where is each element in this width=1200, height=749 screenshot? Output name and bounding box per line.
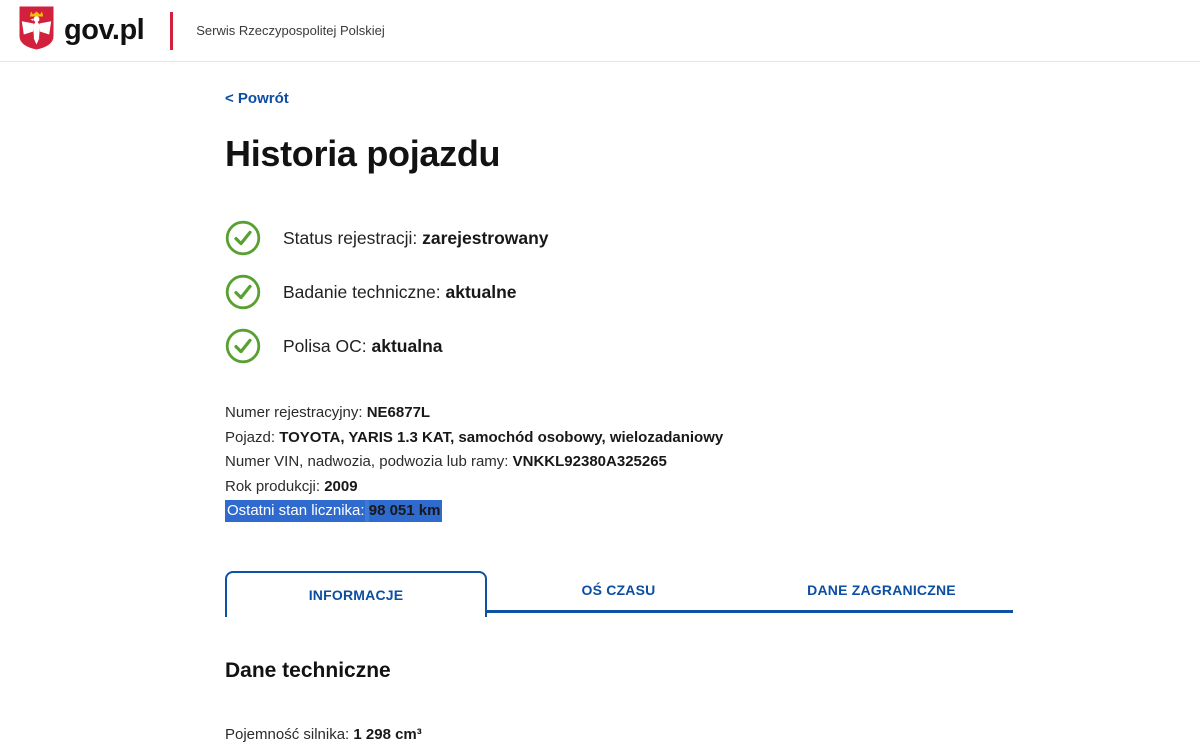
header-tagline: Serwis Rzeczypospolitej Polskiej	[196, 23, 385, 38]
detail-label: Numer VIN, nadwozia, podwozia lub ramy:	[225, 453, 509, 471]
tab-informacje[interactable]: INFORMACJE	[225, 570, 487, 617]
detail-line-production-year: Rok produkcji: 2009	[225, 475, 1013, 500]
status-row-inspection: Badanie techniczne: aktualne	[225, 274, 1013, 310]
check-circle-icon	[225, 274, 261, 310]
technical-data-heading: Dane techniczne	[225, 658, 391, 682]
status-value: zarejestrowany	[422, 227, 549, 248]
detail-line-registration-number: Numer rejestracyjny: NE6877L	[225, 401, 1013, 426]
status-value: aktualne	[445, 281, 517, 302]
detail-value: VNKKL92380A325265	[512, 453, 667, 471]
status-text: Polisa OC: aktualna	[283, 336, 443, 357]
detail-value: 98 051 km	[368, 500, 443, 523]
detail-label: Numer rejestracyjny:	[225, 404, 363, 421]
tech-label: Pojemność silnika:	[225, 725, 350, 743]
status-label: Polisa OC:	[283, 335, 367, 356]
detail-line-odometer-selected: Ostatni stan licznika: 98 051 km	[225, 499, 1013, 524]
tab-bar: INFORMACJE OŚ CZASU DANE ZAGRANICZNE	[225, 570, 1013, 617]
status-label: Badanie techniczne:	[283, 281, 441, 302]
detail-value: NE6877L	[366, 404, 431, 421]
page-title: Historia pojazdu	[225, 133, 501, 174]
tab-dane-zagraniczne[interactable]: DANE ZAGRANICZNE	[750, 570, 1013, 613]
technical-data-rows: Pojemność silnika: 1 298 cm³ Moc silnika…	[225, 722, 1013, 749]
govpl-logo[interactable]: gov.pl	[64, 14, 145, 47]
detail-value: 2009	[324, 477, 358, 495]
tab-os-czasu[interactable]: OŚ CZASU	[487, 570, 750, 613]
status-row-insurance: Polisa OC: aktualna	[225, 328, 1013, 364]
check-circle-icon	[225, 328, 261, 364]
header-divider	[170, 11, 174, 50]
status-value: aktualna	[371, 335, 443, 356]
detail-line-vehicle: Pojazd: TOYOTA, YARIS 1.3 KAT, samochód …	[225, 426, 1013, 451]
detail-value: TOYOTA, YARIS 1.3 KAT, samochód osobowy,…	[279, 428, 724, 446]
back-link[interactable]: < Powrót	[225, 90, 289, 107]
detail-label: Rok produkcji:	[225, 477, 321, 495]
check-circle-icon	[225, 220, 261, 256]
status-text: Status rejestracji: zarejestrowany	[283, 228, 549, 249]
detail-line-vin: Numer VIN, nadwozia, podwozia lub ramy: …	[225, 450, 1013, 475]
detail-label: Ostatni stan licznika:	[225, 500, 365, 523]
status-row-registration: Status rejestracji: zarejestrowany	[225, 220, 1013, 256]
status-label: Status rejestracji:	[283, 227, 418, 248]
detail-label: Pojazd:	[225, 428, 276, 446]
vehicle-history-page: < Powrót Historia pojazdu Status rejestr…	[0, 62, 1013, 749]
tech-value: 1 298 cm³	[353, 725, 422, 743]
status-list: Status rejestracji: zarejestrowany Badan…	[225, 220, 1013, 364]
site-header: gov.pl Serwis Rzeczypospolitej Polskiej	[0, 0, 1200, 62]
poland-emblem-icon	[18, 5, 55, 56]
status-text: Badanie techniczne: aktualne	[283, 282, 517, 303]
vehicle-details: Numer rejestracyjny: NE6877L Pojazd: TOY…	[225, 401, 1013, 524]
tech-line-engine-capacity: Pojemność silnika: 1 298 cm³	[225, 722, 1013, 747]
